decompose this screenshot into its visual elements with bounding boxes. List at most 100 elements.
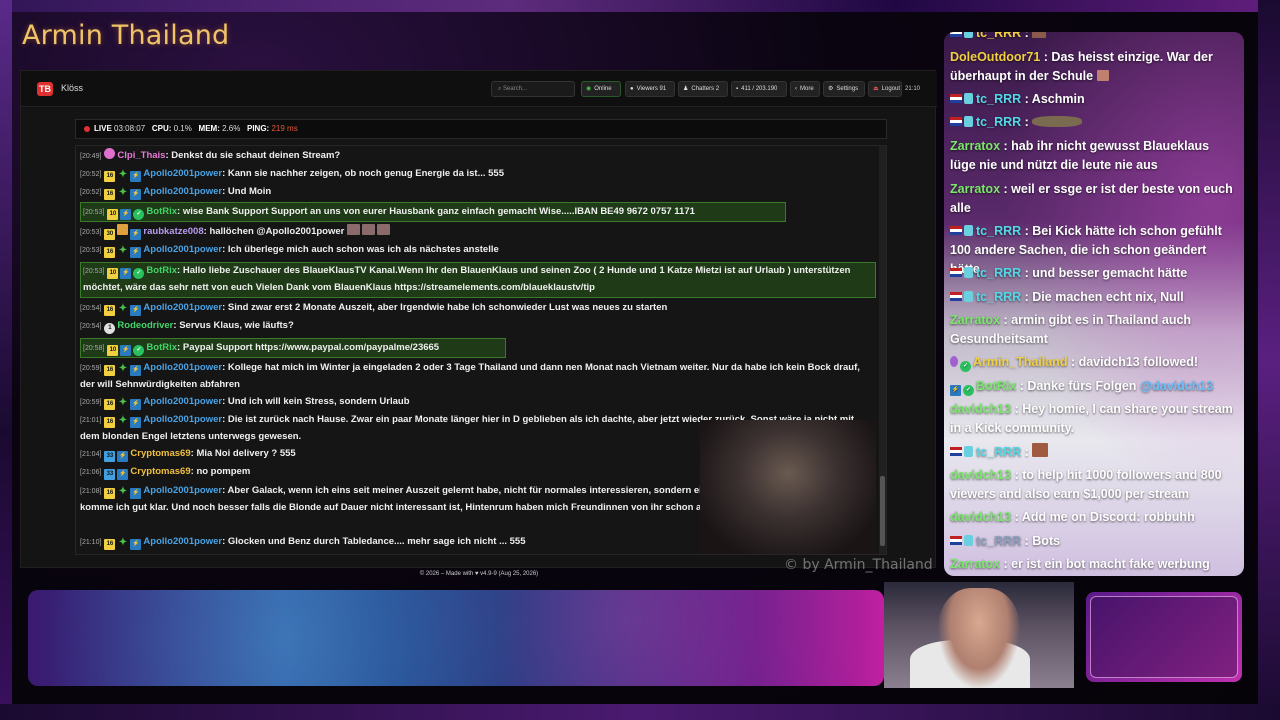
signal-icon: ◉ — [586, 86, 592, 92]
overlay-message-text: : Bots — [1024, 534, 1061, 548]
overlay-mention: @davidch13 — [1139, 379, 1214, 393]
username[interactable]: Apollo2001power — [143, 302, 222, 313]
username[interactable]: Apollo2001power — [143, 414, 222, 425]
username[interactable]: Apollo2001power — [143, 244, 222, 255]
webcam-overlay-main — [700, 420, 876, 554]
overlay-username: davidch13 — [950, 402, 1012, 416]
username[interactable]: Clpi_Thais — [117, 150, 165, 161]
overlay-message-text: : er ist ein bot macht fake werbung — [1003, 557, 1210, 571]
username[interactable]: Apollo2001power — [143, 485, 222, 496]
username[interactable]: Apollo2001power — [143, 396, 222, 407]
badge-icon — [964, 116, 973, 127]
overlay-message-text: : davidch13 followed! — [1070, 355, 1199, 369]
username[interactable]: BotRix — [146, 265, 177, 276]
username[interactable]: Apollo2001power — [143, 168, 222, 179]
scrollbar-thumb[interactable] — [880, 476, 885, 546]
online-label: Online — [594, 86, 612, 92]
overlay-message-text: : — [1024, 445, 1029, 459]
timestamp: [20:53] — [80, 229, 102, 236]
username[interactable]: Rodeodriver — [117, 320, 173, 331]
cpu-label: CPU: — [151, 124, 172, 133]
chat-message: [20:53] 30 ⚡ raubkatze008: hallöchen @Apoll… — [80, 224, 876, 241]
overlay-username: tc_RRR — [976, 534, 1022, 548]
settings-label: Settings — [836, 86, 859, 92]
flag-icon — [950, 447, 962, 456]
overlay-frame-top — [0, 0, 1280, 12]
username[interactable]: BotRix — [146, 342, 177, 353]
emote-icon — [1032, 443, 1049, 457]
verified-badge-icon: ✓ — [133, 209, 145, 220]
star-badge-icon: ✦ — [118, 486, 128, 497]
timestamp: [20:49] — [80, 153, 102, 160]
sub-badge-icon: 16 — [104, 247, 116, 258]
overlay-message-text: : Die machen echt nix, Null — [1024, 290, 1184, 304]
username[interactable]: Apollo2001power — [143, 536, 222, 547]
username[interactable]: Apollo2001power — [143, 186, 222, 197]
chatters-button[interactable]: ♟ Chatters 2 — [678, 81, 728, 97]
flag-icon — [950, 94, 962, 103]
message-text: Hallo liebe Zuschauer des BlaueKlausTV K… — [83, 265, 851, 293]
flag-icon — [950, 268, 962, 277]
chatters-count: 2 — [715, 86, 720, 92]
timestamp: [20:54] — [80, 305, 102, 312]
chat-scrollbar[interactable] — [879, 146, 886, 554]
emote-icon — [1032, 32, 1047, 38]
username[interactable]: raubkatze008 — [143, 226, 203, 237]
settings-button[interactable]: ⚙ Settings — [823, 81, 865, 97]
overlay-chat-message: tc_RRR : — [950, 32, 1238, 43]
overlay-chat-message: ✓ Armin_Thailand : davidch13 followed! — [950, 353, 1238, 372]
emote-icon — [1096, 70, 1109, 81]
flag-icon — [950, 226, 962, 235]
prime-badge-icon: ⚡ — [130, 539, 142, 550]
overlay-username: tc_RRR — [976, 115, 1022, 129]
sub-badge-icon: 10 — [107, 268, 119, 279]
eye-icon: ● — [630, 86, 634, 92]
logout-button[interactable]: ⏏ Logout — [868, 81, 902, 97]
chat-message: [20:59] 16 ✦ ⚡ Apollo2001power: Und ich will… — [80, 396, 410, 410]
star-badge-icon: ✦ — [118, 363, 128, 374]
overlay-chat-message: davidch13 : Hey homie, I can share your … — [950, 400, 1238, 438]
prime-badge-icon: ⚡ — [130, 365, 142, 376]
prime-badge-icon: ⚡ — [130, 247, 142, 258]
overlay-message-text: : Danke fürs Folgen — [1019, 379, 1137, 393]
username[interactable]: Cryptomas69 — [130, 466, 190, 477]
overlay-chat-message: tc_RRR : — [950, 113, 1238, 132]
timestamp: [20:53] — [83, 209, 105, 216]
username[interactable]: Apollo2001power — [143, 362, 222, 373]
messages-button[interactable]: ▪ 411 / 203.190 — [731, 81, 787, 97]
overlay-message-text: : — [1024, 32, 1029, 40]
timestamp: [20:53] — [83, 268, 105, 275]
sub-badge-icon: 16 — [104, 305, 116, 316]
app-name: Klöss — [61, 83, 84, 93]
app-header: TB Klöss ⌕ Search... ◉ Online ● Viewers 91… — [21, 71, 937, 107]
overlay-username: Zarratox — [950, 139, 1001, 153]
timestamp: [21:06] — [80, 469, 102, 476]
username[interactable]: Cryptomas69 — [130, 448, 190, 459]
sub-badge-icon: 16 — [104, 539, 116, 550]
online-button[interactable]: ◉ Online — [581, 81, 621, 97]
overlay-username: Armin_Thailand — [973, 355, 1068, 369]
emote-icon — [361, 224, 375, 235]
star-badge-icon: ✦ — [118, 169, 128, 180]
message-text: Und Moin — [227, 186, 272, 197]
message-text: hallöchen @Apollo2001power — [209, 226, 345, 237]
message-text: Ich überlege mich auch schon was ich als… — [227, 244, 499, 255]
overlay-username: tc_RRR — [976, 266, 1022, 280]
ping-value: 219 ms — [271, 124, 298, 133]
bot-message: [20:53] 10 ⚡ ✓ BotRix: wise Bank Support Sup… — [80, 202, 786, 222]
overlay-chat-message: Zarratox : weil er ssge er ist der beste… — [950, 180, 1238, 218]
ping-label: PING: — [247, 124, 270, 133]
viewers-button[interactable]: ● Viewers 91 — [625, 81, 675, 97]
chat-message: [20:54] 1 Rodeodriver: Servus Klaus, wie l… — [80, 318, 876, 335]
star-badge-icon: ✦ — [118, 187, 128, 198]
timestamp: [20:54] — [80, 323, 102, 330]
overlay-message-text: : — [1024, 115, 1029, 129]
webcam-person-face — [938, 588, 1020, 688]
badge-icon — [964, 535, 973, 546]
search-input[interactable]: ⌕ Search... — [491, 81, 575, 97]
overlay-chat-message: Zarratox : er ist ein bot macht fake wer… — [950, 555, 1238, 574]
more-button[interactable]: ‹ More — [790, 81, 820, 97]
emote-icon — [1032, 116, 1083, 127]
sub-badge-icon: 1 — [104, 323, 116, 334]
username[interactable]: BotRix — [146, 206, 177, 217]
